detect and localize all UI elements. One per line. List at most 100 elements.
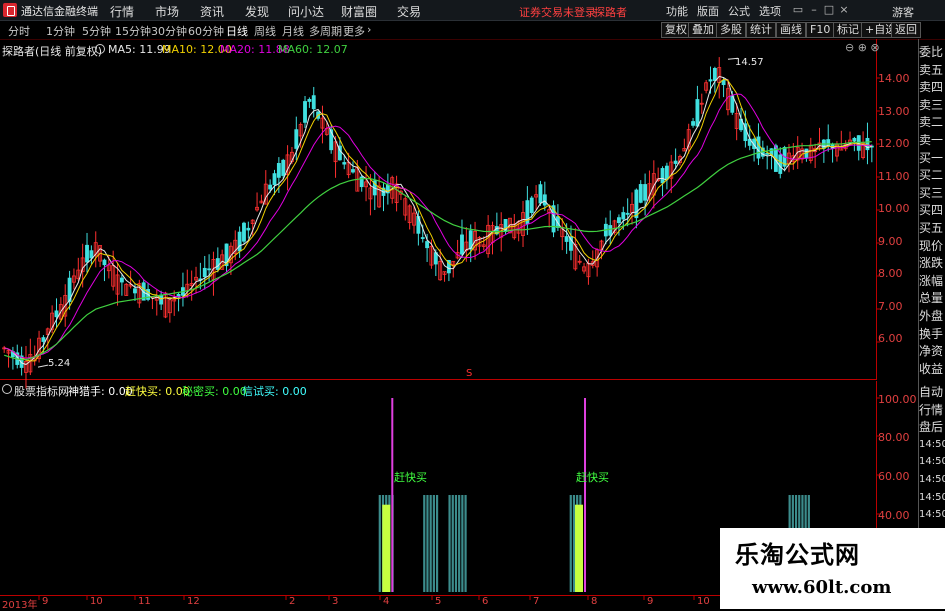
candle-body bbox=[460, 234, 464, 255]
watermark-url: www.60lt.com bbox=[752, 577, 892, 598]
date-label: 5 bbox=[435, 596, 442, 607]
side-quote-label: 卖一 bbox=[919, 133, 944, 147]
date-label: 9 bbox=[647, 596, 654, 607]
chart-canvas bbox=[2, 57, 880, 600]
candle-body bbox=[41, 337, 46, 342]
candle-body bbox=[294, 129, 299, 149]
candle-body bbox=[664, 165, 669, 180]
candle-body bbox=[712, 67, 717, 81]
date-label: 4 bbox=[383, 596, 390, 607]
candle-body bbox=[237, 231, 242, 252]
candle-body bbox=[617, 217, 621, 224]
indicator-bar bbox=[432, 495, 435, 592]
candle-body bbox=[176, 294, 181, 297]
side-quote-label: 买一 bbox=[919, 150, 944, 165]
candle-body bbox=[272, 173, 277, 186]
side-tick-label: 14:50 bbox=[919, 438, 945, 450]
side-tick-label: 14:50 bbox=[919, 456, 945, 468]
candle-body bbox=[721, 80, 726, 86]
side-quote-label: 买五 bbox=[919, 221, 944, 235]
candle-body bbox=[276, 163, 281, 178]
date-label: 11 bbox=[138, 596, 151, 607]
candle-body bbox=[268, 184, 273, 190]
date-label: 10 bbox=[697, 596, 710, 607]
indicator-bar bbox=[429, 495, 432, 592]
date-label: 2 bbox=[289, 596, 296, 607]
ma60-line bbox=[4, 141, 872, 361]
candle-body bbox=[425, 241, 430, 249]
indicator-bar bbox=[461, 495, 464, 592]
side-quote-label: 卖五 bbox=[919, 62, 944, 77]
candle-body bbox=[695, 99, 700, 127]
candle-body bbox=[54, 310, 59, 318]
date-label: 8 bbox=[591, 596, 598, 607]
side-quote-label: 委比 bbox=[919, 45, 944, 59]
candle-body bbox=[303, 101, 307, 123]
indicator-bar bbox=[458, 495, 461, 592]
side-tick-label: 14:50 bbox=[919, 474, 945, 485]
side-quote-label: 涨跌 bbox=[919, 256, 944, 271]
candle-body bbox=[564, 236, 569, 242]
low-pointer bbox=[37, 364, 49, 368]
side-quote-label: 卖四 bbox=[919, 80, 944, 95]
candle-body bbox=[242, 222, 246, 242]
ma5-line bbox=[4, 75, 872, 366]
date-label: 6 bbox=[482, 596, 489, 607]
candle-body bbox=[691, 121, 695, 126]
high-label: 14.57 bbox=[735, 57, 764, 68]
indicator-bar bbox=[569, 495, 572, 592]
indicator-bar bbox=[572, 495, 576, 592]
candle-body bbox=[119, 277, 124, 283]
side-quote-label: 净资 bbox=[919, 344, 944, 359]
signal-line bbox=[584, 398, 587, 592]
side-quote-label: 收益 bbox=[919, 361, 944, 376]
date-label: 12 bbox=[187, 596, 200, 607]
candle-body bbox=[420, 237, 425, 239]
candle-body bbox=[342, 162, 347, 165]
sell-marker: S bbox=[466, 368, 473, 379]
candle-body bbox=[215, 258, 220, 270]
candle-body bbox=[621, 212, 626, 220]
candle-body bbox=[202, 267, 207, 278]
date-label: 9 bbox=[42, 596, 49, 607]
candle-body bbox=[311, 95, 316, 110]
date-label: 10 bbox=[90, 596, 103, 607]
candle-body bbox=[608, 225, 613, 236]
candle-body bbox=[852, 137, 857, 142]
indicator-bar bbox=[423, 495, 426, 592]
indicator-bar bbox=[426, 495, 429, 592]
candle-body bbox=[638, 184, 643, 203]
candle-body bbox=[207, 268, 212, 271]
candle-body bbox=[307, 99, 312, 102]
candle-body bbox=[85, 244, 89, 263]
side-quote-label: 买三 bbox=[919, 185, 944, 200]
date-label: 3 bbox=[332, 596, 339, 607]
buy-bar bbox=[575, 504, 584, 592]
side-quote-label: 买二 bbox=[919, 168, 944, 183]
candle-body bbox=[133, 288, 137, 294]
indicator-bar bbox=[451, 495, 454, 592]
indicator-bar bbox=[464, 495, 467, 592]
candle-body bbox=[708, 79, 713, 82]
side-quote-label: 卖三 bbox=[919, 97, 944, 112]
indicator-bar bbox=[448, 495, 451, 592]
candle-body bbox=[281, 159, 286, 176]
date-label: 7 bbox=[533, 596, 540, 607]
indicator-bar bbox=[378, 495, 381, 592]
candle-body bbox=[529, 197, 534, 213]
side-tick-label: 14:50 bbox=[919, 509, 945, 521]
side-tick-label: 自动 bbox=[919, 385, 944, 399]
buy-bar bbox=[382, 504, 391, 592]
candle-body bbox=[634, 189, 639, 219]
indicator-bar bbox=[454, 495, 458, 592]
side-quote-label: 总量 bbox=[919, 291, 944, 306]
candle-body bbox=[625, 212, 630, 215]
candle-body bbox=[102, 259, 107, 266]
side-quote-label: 现价 bbox=[919, 238, 944, 253]
candle-body bbox=[804, 148, 809, 159]
side-tick-label: 行情 bbox=[919, 402, 944, 417]
side-quote-label: 涨幅 bbox=[919, 273, 944, 288]
candle-body bbox=[246, 227, 251, 231]
buy-signal-label: 赶快买 bbox=[576, 471, 609, 484]
candle-body bbox=[826, 139, 831, 147]
